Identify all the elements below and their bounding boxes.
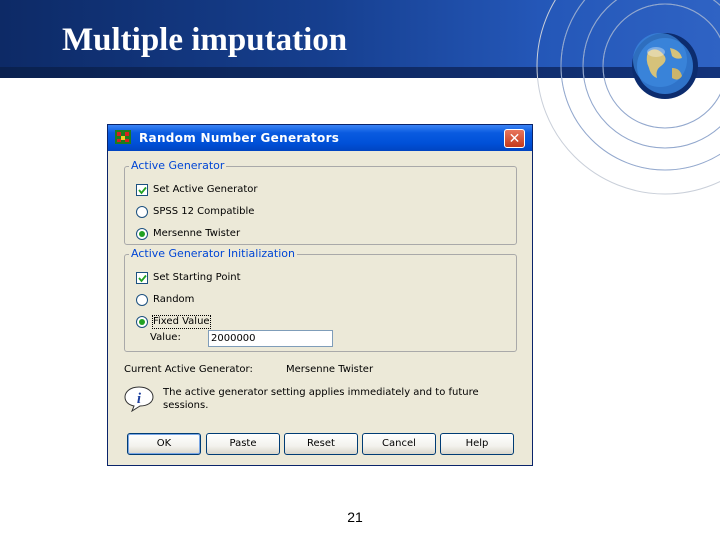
close-icon: ✕ <box>508 131 521 147</box>
page-number: 21 <box>347 509 363 525</box>
radio-circle[interactable] <box>136 206 148 218</box>
checkbox-box[interactable] <box>136 184 148 196</box>
app-icon <box>115 130 131 144</box>
checkmark-icon <box>138 186 147 195</box>
slide-title: Multiple imputation <box>62 22 348 58</box>
random-number-generators-dialog: Random Number Generators ✕ Active Genera… <box>107 124 533 466</box>
reset-button[interactable]: Reset <box>284 433 358 455</box>
checkbox-box[interactable] <box>136 272 148 284</box>
dialog-titlebar[interactable]: Random Number Generators ✕ <box>108 125 532 151</box>
active-generator-legend: Active Generator <box>129 159 227 172</box>
info-icon: i <box>124 386 154 412</box>
set-starting-point-label: Set Starting Point <box>153 272 241 283</box>
ok-button[interactable]: OK <box>127 433 201 455</box>
spss12-compatible-label: SPSS 12 Compatible <box>153 206 255 217</box>
random-label: Random <box>153 294 195 305</box>
mersenne-twister-label: Mersenne Twister <box>153 228 241 239</box>
radio-circle[interactable] <box>136 316 148 328</box>
fixed-value-label: Fixed Value <box>152 315 211 329</box>
checkmark-icon <box>138 274 147 283</box>
radio-circle[interactable] <box>136 228 148 240</box>
close-button[interactable]: ✕ <box>504 129 525 148</box>
radio-circle[interactable] <box>136 294 148 306</box>
help-button[interactable]: Help <box>440 433 514 455</box>
dialog-title: Random Number Generators <box>139 131 340 145</box>
current-generator-value: Mersenne Twister <box>286 364 374 375</box>
paste-button[interactable]: Paste <box>206 433 280 455</box>
header-divider <box>0 67 720 78</box>
current-generator-label: Current Active Generator: <box>124 364 253 375</box>
fixed-value-input[interactable]: 2000000 <box>208 330 333 347</box>
set-active-generator-label: Set Active Generator <box>153 184 258 195</box>
value-label: Value: <box>150 332 181 343</box>
active-generator-group: Active Generator Set Active Generator SP… <box>124 159 517 245</box>
cancel-button[interactable]: Cancel <box>362 433 436 455</box>
initialization-legend: Active Generator Initialization <box>129 247 297 260</box>
info-message: The active generator setting applies imm… <box>163 387 479 411</box>
